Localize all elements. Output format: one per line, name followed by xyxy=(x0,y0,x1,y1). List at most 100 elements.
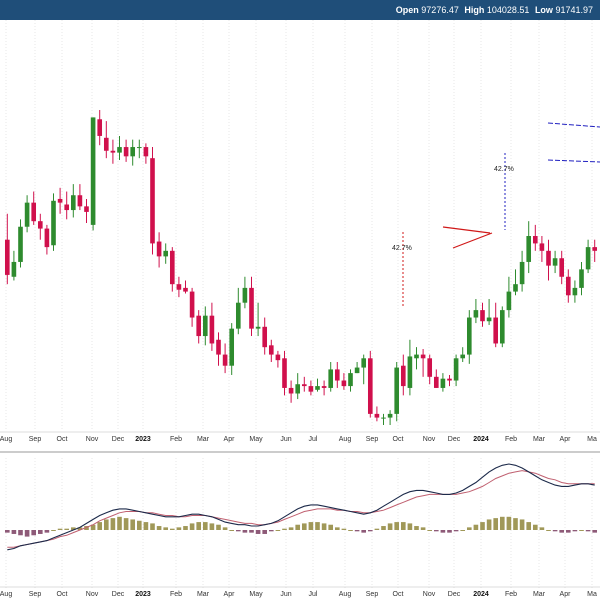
candle-up xyxy=(579,269,584,288)
candle-down xyxy=(262,326,268,348)
macd-histogram-bar xyxy=(539,527,545,530)
candle-up xyxy=(328,369,334,388)
candle-up xyxy=(24,202,30,227)
macd-histogram-bar xyxy=(328,524,334,530)
candle-down xyxy=(559,258,565,277)
x-axis-label-10: Jun xyxy=(280,591,291,598)
candle-up xyxy=(315,386,320,390)
macd-histogram-bar xyxy=(579,530,584,531)
candle-up xyxy=(163,250,169,257)
candle-down xyxy=(4,239,10,275)
candle-up xyxy=(585,247,591,270)
macd-histogram-bar xyxy=(18,530,23,536)
macd-histogram-bar xyxy=(268,530,274,532)
candle-down xyxy=(546,250,551,266)
x-axis-label-16: Dec xyxy=(448,436,461,443)
x-axis-label-4: Dec xyxy=(112,591,125,598)
candle-up xyxy=(11,261,17,277)
open-value: 97276.47 xyxy=(421,5,459,15)
macd-histogram-bar xyxy=(4,530,10,533)
high-label: High xyxy=(464,5,485,15)
candle-down xyxy=(288,387,294,394)
x-axis-label-8: Apr xyxy=(224,436,236,443)
candle-down xyxy=(275,354,281,361)
macd-histogram-bar xyxy=(222,527,228,530)
macd-histogram-bar xyxy=(176,527,182,530)
macd-histogram-bar xyxy=(414,526,419,530)
candle-down xyxy=(183,287,188,292)
candle-down xyxy=(84,206,89,212)
candle-up xyxy=(255,326,261,329)
candle-up xyxy=(136,147,142,149)
chart-header-bar: Open 97276.47 High 104028.51 Low 91741.9… xyxy=(0,0,600,20)
candle-up xyxy=(18,226,23,262)
x-axis-label-19: Mar xyxy=(533,591,546,598)
candle-up xyxy=(440,378,446,388)
candle-up xyxy=(414,354,419,359)
macd-histogram-bar xyxy=(341,528,347,530)
candle-down xyxy=(400,365,406,387)
candle-up xyxy=(348,373,353,387)
macd-histogram-bar xyxy=(466,527,472,530)
x-axis-label-19: Mar xyxy=(533,436,546,443)
ohlc-readout: Open 97276.47 High 104028.51 Low 91741.9… xyxy=(396,0,596,20)
candle-up xyxy=(202,315,208,337)
candle-up xyxy=(295,384,301,394)
macd-histogram-bar xyxy=(387,523,393,530)
candle-up xyxy=(552,258,558,266)
candle-down xyxy=(31,202,37,222)
macd-histogram-bar xyxy=(117,516,122,530)
candle-up xyxy=(526,236,532,262)
macd-histogram-bar xyxy=(262,530,268,534)
macd-histogram-bar xyxy=(420,527,426,530)
x-axis-label-11: Jul xyxy=(309,591,318,598)
macd-histogram-bar xyxy=(249,530,254,533)
macd-histogram-bar xyxy=(473,524,479,530)
macd-histogram-bar xyxy=(334,527,340,530)
candle-down xyxy=(196,315,202,337)
macd-histogram-bar xyxy=(565,530,571,533)
x-axis-label-4: Dec xyxy=(112,436,125,443)
candle-up xyxy=(90,117,96,225)
candle-down xyxy=(222,354,228,366)
macd-histogram-bar xyxy=(585,530,591,532)
x-axis-label-5: 2023 xyxy=(135,436,151,443)
candle-down xyxy=(480,310,485,322)
macd-histogram-bar xyxy=(209,523,215,530)
x-axis-label-2: Oct xyxy=(57,591,68,598)
candle-down xyxy=(282,358,287,388)
macd-histogram-bar xyxy=(156,526,162,530)
x-axis-label-6: Feb xyxy=(170,436,182,443)
candle-down xyxy=(341,380,347,387)
x-axis-label-5: 2023 xyxy=(135,591,151,598)
candle-up xyxy=(51,200,56,246)
macd-histogram-bar xyxy=(163,527,169,530)
macd-histogram-bar xyxy=(427,530,433,531)
macd-histogram-bar xyxy=(57,528,63,530)
x-axis-label-1: Sep xyxy=(29,591,42,598)
x-axis-label-8: Apr xyxy=(224,591,236,598)
macd-histogram-bar xyxy=(506,516,512,530)
x-axis-label-20: Apr xyxy=(560,591,572,598)
move-annotation-2: 42.7% xyxy=(494,166,514,173)
low-value: 91741.97 xyxy=(555,5,593,15)
price-chart[interactable]: Aug Sep Oct Nov Dec 2023 Feb Mar Apr May Jun Jul Aug… xyxy=(0,20,600,600)
candle-up xyxy=(572,287,578,296)
x-axis-label-10: Jun xyxy=(280,436,291,443)
x-axis-label-9: May xyxy=(249,436,263,443)
macd-histogram-bar xyxy=(315,522,320,530)
candle-down xyxy=(44,228,50,248)
macd-histogram-bar xyxy=(229,530,235,531)
candle-up xyxy=(381,417,386,419)
x-axis-label-3: Nov xyxy=(86,591,99,598)
candle-down xyxy=(565,276,571,296)
macd-histogram-bar xyxy=(37,530,43,534)
candle-up xyxy=(361,358,367,368)
x-axis-label-13: Sep xyxy=(366,591,379,598)
candle-down xyxy=(308,386,314,392)
candle-up xyxy=(229,328,235,366)
candle-down xyxy=(268,345,274,355)
macd-histogram-bar xyxy=(97,522,103,530)
candle-down xyxy=(367,358,373,414)
candle-down xyxy=(169,250,175,285)
